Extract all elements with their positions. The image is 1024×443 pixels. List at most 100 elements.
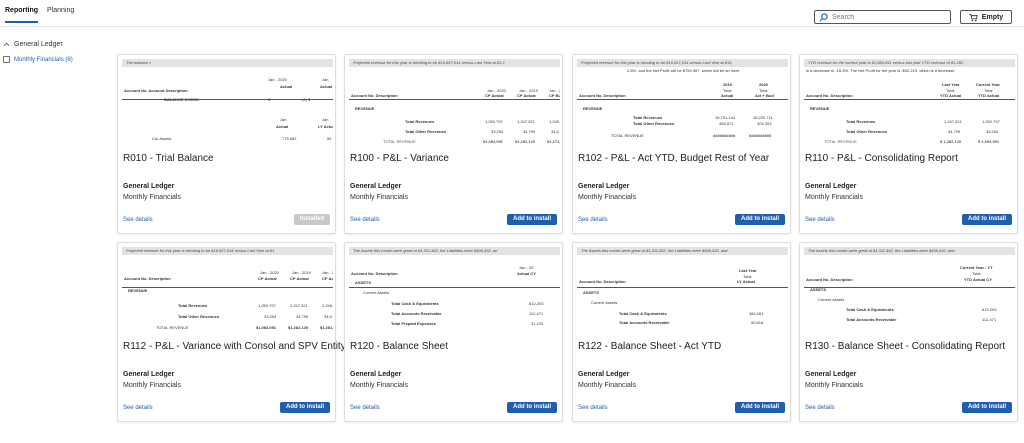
report-module: General Ledger bbox=[805, 183, 857, 190]
search-box[interactable] bbox=[814, 10, 951, 24]
report-card[interactable]: The Assets this month were great at $1,3… bbox=[344, 242, 563, 422]
preview-row-text: REVENUE bbox=[355, 106, 375, 111]
see-details-link[interactable]: See details bbox=[805, 405, 835, 411]
report-card[interactable]: YTD revenue for the current year is $1,0… bbox=[799, 54, 1018, 234]
preview-fade bbox=[804, 140, 1015, 150]
report-title: R100 - P&L - Variance bbox=[350, 153, 449, 164]
filter-checkbox[interactable] bbox=[3, 56, 10, 63]
report-card[interactable]: The Assets this month were great at $1,3… bbox=[799, 242, 1018, 422]
preview-row-text: 34,9 bbox=[324, 314, 332, 319]
see-details-link[interactable]: See details bbox=[805, 217, 835, 223]
preview-row-text: Total Revenues bbox=[178, 303, 208, 308]
add-to-install-button[interactable]: Add to install bbox=[735, 214, 785, 225]
preview-column-header: 2019 bbox=[723, 82, 732, 87]
report-card[interactable]: Projected revenue for this year is trend… bbox=[572, 54, 791, 234]
preview-column-header: is a decrease of -18.3%. The Net Profit … bbox=[806, 68, 955, 73]
preview-rule bbox=[122, 287, 333, 288]
report-card[interactable]: The Assets this month were great at $1,3… bbox=[572, 242, 791, 422]
installed-button[interactable]: Installed bbox=[293, 214, 330, 225]
see-details-link[interactable]: See details bbox=[350, 217, 380, 223]
preview-row-text: REVENUE bbox=[583, 106, 603, 111]
preview-column-header: Current Year bbox=[976, 82, 1000, 87]
preview-row-text: Total Cash & Equivalents bbox=[391, 301, 439, 306]
preview-row-text: Total Prepaid Expenses bbox=[391, 321, 436, 326]
preview-column-header: CP Act bbox=[322, 276, 333, 281]
preview-fade bbox=[577, 328, 788, 338]
preview-row-text: 1,247,321 bbox=[290, 303, 308, 308]
preview-column-header: Jan bbox=[280, 117, 287, 122]
report-preview: The balance c Jan - 2020 Actual Jan Actual Ja… bbox=[122, 55, 333, 150]
preview-row-text: Account No. Description bbox=[351, 271, 398, 276]
preview-row-text: 1,050,797 bbox=[982, 119, 1000, 124]
preview-row-text: Account No. Description bbox=[124, 276, 171, 281]
preview-rule bbox=[349, 287, 560, 288]
preview-banner: The balance c bbox=[122, 59, 333, 67]
add-to-install-button[interactable]: Add to install bbox=[962, 214, 1012, 225]
see-details-link[interactable]: See details bbox=[578, 405, 608, 411]
add-to-install-button[interactable]: Add to install bbox=[507, 214, 557, 225]
preview-row-text: ASSETS bbox=[355, 280, 372, 285]
preview-column-header: 2020 bbox=[759, 82, 768, 87]
preview-row-text: ########## bbox=[713, 133, 736, 138]
preview-row-text: Total Accounts Receivable bbox=[391, 311, 442, 316]
preview-row-text: 1,245, bbox=[549, 119, 560, 124]
report-preview: The Assets this month were great at $1,3… bbox=[804, 243, 1015, 338]
report-module: General Ledger bbox=[350, 371, 402, 378]
report-card[interactable]: Projected revenue for this year is trend… bbox=[344, 54, 563, 234]
preview-row-text: 466,571 bbox=[719, 121, 734, 126]
preview-row-text: 34,799 bbox=[296, 314, 309, 319]
preview-row-text: Total Cash & Equivalents bbox=[619, 311, 667, 316]
preview-column-header: Last Year bbox=[739, 268, 757, 273]
preview-row-text: 1,246, bbox=[322, 303, 333, 308]
preview-column-header: Actual bbox=[721, 93, 734, 98]
report-preview: YTD revenue for the current year is $1,0… bbox=[804, 55, 1015, 150]
preview-column-header: LY Actual bbox=[318, 124, 333, 129]
report-card[interactable]: The balance c Jan - 2020 Actual Jan Actual Ja… bbox=[117, 54, 336, 234]
see-details-link[interactable]: See details bbox=[578, 217, 608, 223]
add-to-install-button[interactable]: Add to install bbox=[280, 402, 330, 413]
preview-row-text: 31,103 bbox=[531, 321, 544, 326]
tab-reporting[interactable]: Reporting bbox=[5, 7, 39, 23]
preview-row-text: REVENUE bbox=[810, 106, 830, 111]
report-subtitle: Monthly Financials bbox=[350, 382, 408, 389]
preview-fade bbox=[577, 140, 788, 150]
preview-column-header: Total bbox=[972, 271, 981, 276]
report-title: R130 - Balance Sheet - Consolidating Rep… bbox=[805, 341, 1006, 352]
add-to-install-button[interactable]: Add to install bbox=[507, 402, 557, 413]
preview-row-text: Total Other Revenues bbox=[178, 314, 220, 319]
see-details-link[interactable]: See details bbox=[123, 405, 153, 411]
report-card[interactable]: Projected revenue for this year is trend… bbox=[117, 242, 346, 422]
preview-column-header: Jan - 2 bbox=[322, 270, 333, 275]
preview-column-header: Jan bbox=[322, 117, 329, 122]
preview-rule bbox=[122, 99, 333, 100]
report-module: General Ledger bbox=[578, 183, 630, 190]
preview-row-text: Account No. Description bbox=[579, 279, 626, 284]
preview-row-text: 1,050,797 bbox=[485, 119, 503, 124]
top-divider bbox=[0, 26, 1024, 27]
preview-row-text: Current Assets bbox=[363, 290, 390, 295]
see-details-link[interactable]: See details bbox=[350, 405, 380, 411]
preview-row-text: 112,471 bbox=[529, 311, 544, 316]
tab-planning[interactable]: Planning bbox=[47, 7, 74, 14]
preview-column-header: CP Actual bbox=[258, 276, 277, 281]
add-to-install-button[interactable]: Add to install bbox=[962, 402, 1012, 413]
add-to-install-button[interactable]: Add to install bbox=[735, 402, 785, 413]
preview-row-text: 34,799 bbox=[523, 129, 536, 134]
sidebar-group-general-ledger[interactable]: General Ledger bbox=[3, 41, 63, 48]
see-details-link[interactable]: See details bbox=[123, 217, 153, 223]
sidebar-group-label: General Ledger bbox=[14, 41, 63, 48]
preview-row-text: ########## bbox=[749, 133, 772, 138]
preview-row-text: 404,303 bbox=[757, 121, 772, 126]
preview-column-header: Jan - 2020 bbox=[260, 270, 279, 275]
report-subtitle: Monthly Financials bbox=[805, 194, 863, 201]
sidebar-item-monthly-financials[interactable]: Monthly Financials (8) bbox=[3, 56, 73, 63]
preview-row-text: 34,6 bbox=[551, 129, 559, 134]
report-preview: The Assets this month were great at $1,3… bbox=[349, 243, 560, 338]
preview-column-header: Jan - 20 bbox=[519, 265, 534, 270]
cart-button[interactable]: Empty bbox=[960, 10, 1012, 24]
preview-column-header: Current Year - YT bbox=[960, 265, 993, 270]
report-title: R122 - Balance Sheet - Act YTD bbox=[578, 341, 722, 352]
preview-rule bbox=[577, 99, 788, 100]
search-input[interactable] bbox=[832, 13, 942, 21]
preview-row-text: Total Other Revenues bbox=[405, 129, 447, 134]
